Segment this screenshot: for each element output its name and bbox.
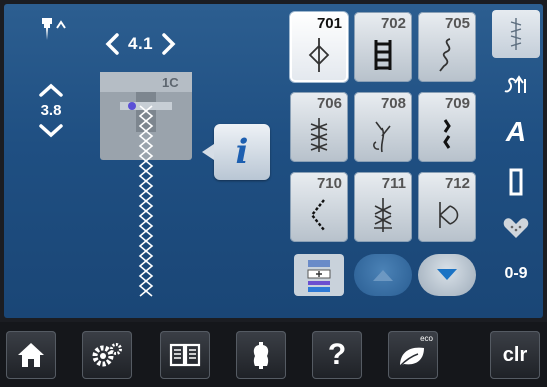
book-icon <box>169 343 201 367</box>
help-button[interactable]: ? <box>312 331 362 379</box>
stitch-tile-710[interactable]: 710 <box>290 172 348 242</box>
tab-buttonholes[interactable] <box>492 164 540 200</box>
triangle-down-icon <box>437 269 457 280</box>
setup-button[interactable] <box>82 331 132 379</box>
stitch-length-control: 3.8 <box>34 82 68 139</box>
width-increase-icon[interactable] <box>159 32 177 56</box>
tab-favorites[interactable] <box>492 210 540 246</box>
stitch-tile-712[interactable]: 712 <box>418 172 476 242</box>
stitch-length-value: 3.8 <box>40 102 62 119</box>
stitch-width-value: 4.1 <box>128 34 154 53</box>
stitch-icon-705 <box>439 38 451 72</box>
stitch-tile-702[interactable]: 702 <box>354 12 412 82</box>
presser-foot-graphic: 1C <box>100 72 192 297</box>
stitch-icon-706 <box>310 118 328 152</box>
stitch-icon-712 <box>439 202 459 228</box>
stitch-number: 706 <box>316 95 342 112</box>
stitch-tile-705[interactable]: 705 <box>418 12 476 82</box>
stitch-width-gauge-button[interactable] <box>290 254 348 296</box>
sewing-screen: 4.1 3.8 1C i 701 702 705 706 708 709 710… <box>4 4 543 318</box>
tutorial-button[interactable] <box>160 331 210 379</box>
tab-numbers[interactable]: 0-9 <box>492 254 540 294</box>
stitch-width-control: 4.1 <box>104 30 177 58</box>
decorative-stitch-icon <box>504 75 526 93</box>
leaf-icon <box>399 347 424 367</box>
stitch-tile-709[interactable]: 709 <box>418 92 476 162</box>
stitch-number: 701 <box>316 15 342 32</box>
stitch-number: 710 <box>316 175 342 192</box>
stitch-tile-708[interactable]: 708 <box>354 92 412 162</box>
stitch-tile-701[interactable]: 701 <box>290 12 348 82</box>
info-button[interactable]: i <box>202 124 270 180</box>
scroll-up-button[interactable] <box>354 254 412 296</box>
stitch-icon-702 <box>374 40 392 70</box>
home-button[interactable] <box>6 331 56 379</box>
scroll-down-button[interactable] <box>418 254 476 296</box>
buttonhole-icon <box>509 168 523 196</box>
numbers-label: 0-9 <box>504 265 528 282</box>
dress-form-icon <box>253 342 269 369</box>
category-rail: A 0-9 <box>488 4 543 318</box>
clr-label: clr <box>502 343 528 366</box>
tab-decorative-stitches[interactable] <box>492 64 540 104</box>
zigzag-stitch-icon <box>510 18 522 50</box>
stitch-number: 708 <box>380 95 406 112</box>
stitch-settings-panel: 4.1 3.8 1C i <box>4 4 284 318</box>
info-icon: i <box>235 132 249 172</box>
stitch-number: 702 <box>380 15 406 32</box>
gear-icon <box>92 343 122 367</box>
sewing-consultant-button[interactable] <box>236 331 286 379</box>
tab-alphabets[interactable]: A <box>492 112 540 152</box>
foot-number-label: 1C <box>162 75 179 90</box>
stitch-icon-701 <box>308 38 330 72</box>
stitch-icon-711 <box>374 198 392 232</box>
stitch-number: 712 <box>444 175 470 192</box>
eco-button[interactable]: eco <box>388 331 438 379</box>
stitch-number: 709 <box>444 95 470 112</box>
stitch-icon-708 <box>373 121 391 153</box>
stitch-icon-709 <box>443 119 451 149</box>
tab-practical-stitches[interactable] <box>492 10 540 58</box>
length-increase-icon[interactable] <box>38 82 64 98</box>
stitch-icon-710 <box>310 199 325 231</box>
stitch-tile-711[interactable]: 711 <box>354 172 412 242</box>
stitch-number: 705 <box>444 15 470 32</box>
clear-button[interactable]: clr <box>490 331 540 379</box>
heart-icon <box>503 218 529 238</box>
alphabet-label: A <box>505 116 527 147</box>
length-decrease-icon[interactable] <box>38 123 64 139</box>
stitch-tile-706[interactable]: 706 <box>290 92 348 162</box>
triangle-up-icon <box>373 270 393 281</box>
help-icon: ? <box>327 338 347 371</box>
bottom-toolbar: ? eco clr <box>0 322 547 387</box>
eco-label: eco <box>420 334 433 343</box>
needle-position-icon[interactable] <box>38 16 68 42</box>
home-icon <box>18 343 44 367</box>
stitch-number: 711 <box>381 175 406 192</box>
width-decrease-icon[interactable] <box>104 32 122 56</box>
